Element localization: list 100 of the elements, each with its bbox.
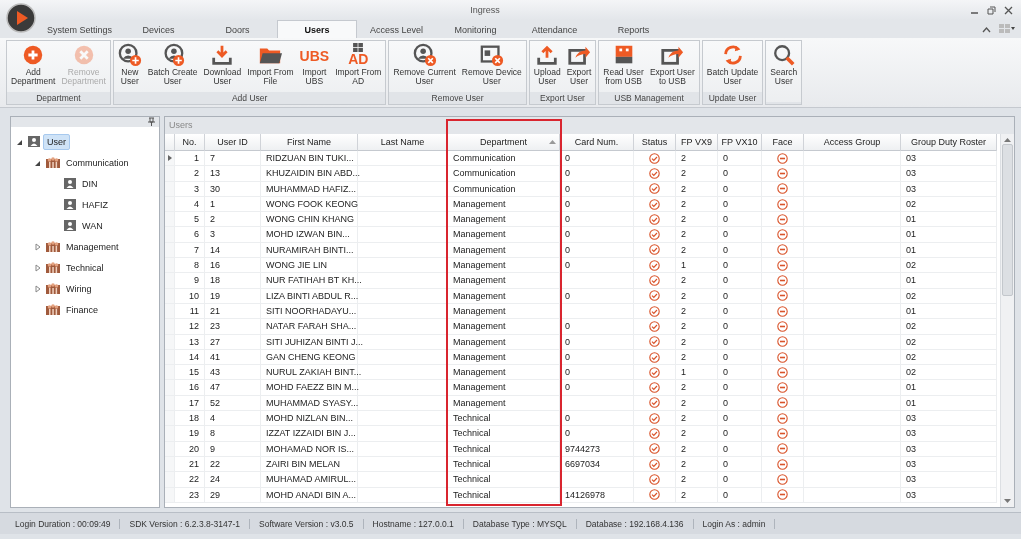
pin-icon[interactable] <box>148 117 155 126</box>
tab[interactable]: Doors <box>198 20 277 38</box>
scrollbar[interactable] <box>1000 134 1014 507</box>
column-header[interactable]: First Name <box>261 134 358 151</box>
user-remove-icon <box>412 43 437 67</box>
group-icon <box>46 304 60 315</box>
column-header[interactable]: Department <box>448 134 560 151</box>
table-cell: 2 <box>681 153 686 163</box>
tree-item[interactable]: WAN <box>79 218 106 233</box>
ribbon-button[interactable]: Export User <box>563 41 595 92</box>
ribbon-button[interactable]: Batch Update User <box>703 41 762 92</box>
table-cell: 1 <box>681 260 686 271</box>
table-cell: 0 <box>565 214 570 225</box>
table-cell: 03 <box>906 413 916 424</box>
ribbon-button[interactable]: Batch Create User <box>144 41 201 92</box>
table-cell: 0 <box>565 321 570 332</box>
table-cell: 02 <box>906 336 916 347</box>
ribbon-button[interactable]: New User <box>114 41 145 92</box>
table-cell: WONG FOOK KEONG <box>266 198 358 209</box>
tree-item[interactable]: Technical <box>63 260 107 275</box>
table-cell: 0 <box>565 413 570 424</box>
row-header[interactable] <box>165 151 175 166</box>
table-cell: 6697034 <box>565 458 601 469</box>
ribbon-button[interactable]: Read User from USB <box>600 41 647 92</box>
tab[interactable]: Monitoring <box>436 20 515 38</box>
column-header[interactable]: User ID <box>205 134 261 151</box>
column-header[interactable]: FP VX10 <box>718 134 762 151</box>
table-cell: 0 <box>723 443 728 454</box>
table-cell: 02 <box>906 260 916 271</box>
table-cell: 19 <box>210 290 220 301</box>
column-header[interactable]: Status <box>634 134 676 151</box>
ribbon-button[interactable]: Download User <box>200 41 245 92</box>
tree-item[interactable]: DIN <box>79 176 101 191</box>
table-cell: SITI JUHIZAN BINTI J... <box>266 336 363 347</box>
layout-menu-icon[interactable] <box>999 24 1015 34</box>
table-cell: 43 <box>210 367 220 378</box>
table-cell: 0 <box>723 428 728 439</box>
table-cell: 0 <box>723 214 728 225</box>
table-cell: 0 <box>723 275 728 286</box>
scroll-down-icon[interactable] <box>1004 499 1011 504</box>
table-cell: Management <box>453 382 506 393</box>
ribbon-button[interactable]: Upload User <box>530 41 564 92</box>
scroll-up-icon[interactable] <box>1004 137 1011 142</box>
status-item: Software Version : v3.0.5 <box>250 518 364 529</box>
tab[interactable]: Access Level <box>357 20 436 38</box>
ribbon-button[interactable]: AD Import From AD <box>332 41 385 92</box>
collapsed-arrow-icon[interactable] <box>33 283 43 294</box>
tree-item[interactable]: Wiring <box>63 281 95 296</box>
column-header[interactable]: Card Num. <box>560 134 634 151</box>
table-cell: 22 <box>210 458 220 469</box>
table-cell: MOHD IZWAN BIN... <box>266 229 350 240</box>
table-cell: 03 <box>906 153 916 163</box>
table-cell: 01 <box>906 229 916 240</box>
table-cell: 0 <box>723 321 728 332</box>
collapsed-arrow-icon[interactable] <box>33 262 43 273</box>
tree-item[interactable]: Communication <box>63 155 132 170</box>
tree-item[interactable]: Finance <box>63 302 102 317</box>
tab[interactable]: Reports <box>594 20 673 38</box>
table-cell: 2 <box>681 443 686 454</box>
table-cell: 0 <box>723 382 728 393</box>
tab[interactable]: Attendance <box>515 20 594 38</box>
tree-item[interactable]: HAFIZ <box>79 197 111 212</box>
table-cell: 2 <box>681 244 686 255</box>
column-header[interactable]: No. <box>175 134 205 151</box>
tab[interactable]: Devices <box>119 20 198 38</box>
table-cell: 03 <box>906 428 916 439</box>
table-cell: Management <box>453 336 506 347</box>
tab[interactable]: System Settings <box>40 20 119 38</box>
tab[interactable]: Users <box>277 20 357 38</box>
collapse-ribbon-icon[interactable] <box>982 25 991 33</box>
ribbon-button[interactable]: Add Department <box>8 41 59 92</box>
restore-icon[interactable] <box>987 5 996 15</box>
table-cell: Management <box>453 290 506 301</box>
table-cell: MUHAMMAD SYASY... <box>266 397 359 408</box>
scroll-thumb[interactable] <box>1002 144 1013 296</box>
ribbon-button[interactable]: Import From File <box>244 41 297 92</box>
table-cell: 27 <box>210 336 220 347</box>
ribbon-button[interactable]: UBS Import UBS <box>296 41 333 92</box>
collapsed-arrow-icon[interactable] <box>33 241 43 252</box>
column-header[interactable]: Face <box>762 134 804 151</box>
status-item: SDK Version : 6.2.3.8-3147-1 <box>120 518 251 529</box>
column-header[interactable]: Access Group <box>804 134 901 151</box>
close-icon[interactable] <box>1004 5 1013 15</box>
table-cell: Management <box>453 305 506 316</box>
ribbon-button[interactable]: Remove Current User <box>390 41 459 92</box>
ribbon-button[interactable]: Export User to USB <box>646 41 698 92</box>
column-header[interactable]: Last Name <box>358 134 448 151</box>
column-header[interactable]: FP VX9 <box>676 134 718 151</box>
column-header[interactable]: Group Duty Roster <box>901 134 997 151</box>
tree-item[interactable]: Management <box>63 239 122 254</box>
table-cell: 0 <box>565 336 570 347</box>
table-cell: Management <box>453 260 506 271</box>
tree-item[interactable]: User <box>43 133 70 150</box>
table-cell: 14126978 <box>565 489 606 500</box>
ribbon-button[interactable]: Search User <box>767 41 801 102</box>
status-item: Database Type : MYSQL <box>463 518 577 529</box>
app-logo-icon[interactable] <box>6 3 36 33</box>
ribbon-button[interactable]: Remove Device User <box>458 41 525 92</box>
table-cell: 01 <box>906 275 916 286</box>
table-cell: Communication <box>453 183 516 194</box>
